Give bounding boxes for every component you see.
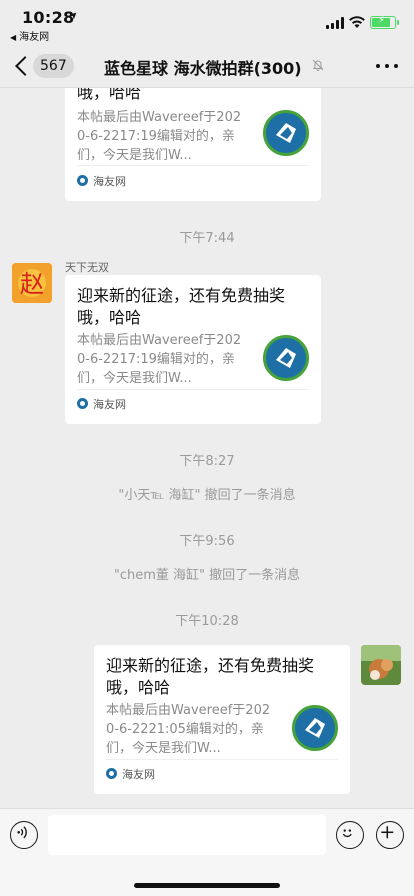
- avatar-image: [361, 645, 401, 685]
- voice-icon: [17, 826, 27, 839]
- plus-icon: [381, 826, 394, 839]
- plus-button[interactable]: [376, 821, 404, 849]
- message-text-input[interactable]: [48, 815, 326, 855]
- source-app-icon: [77, 175, 88, 186]
- link-card-message[interactable]: 哦，哈哈 本帖最后由Wavereef于2020-6-2217:19编辑对的，亲们…: [65, 88, 321, 201]
- card-source: 海友网: [77, 396, 126, 412]
- cellular-signal-icon: [326, 17, 344, 29]
- card-divider: [77, 165, 309, 166]
- chat-title: 蓝色星球 海水微拍群(300): [104, 59, 302, 78]
- battery-icon: ⚡: [370, 15, 399, 29]
- chat-message-list[interactable]: 哦，哈哈 本帖最后由Wavereef于2020-6-2217:19编辑对的，亲们…: [0, 88, 414, 808]
- card-divider: [77, 389, 309, 390]
- fish-logo-icon: [305, 718, 325, 738]
- avatar-character: 赵: [20, 270, 44, 298]
- emoji-icon: [342, 829, 352, 838]
- voice-input-button[interactable]: [10, 821, 38, 849]
- message-timestamp: 下午8:27: [179, 454, 235, 469]
- card-thumbnail: [292, 705, 338, 751]
- fish-logo-icon: [276, 348, 296, 368]
- message-timestamp: 下午7:44: [179, 231, 235, 246]
- back-to-app-link[interactable]: ◀ 海友网: [10, 28, 49, 43]
- unread-count-badge[interactable]: 567: [33, 54, 74, 78]
- link-card-message[interactable]: 迎来新的征途，还有免费抽奖哦，哈哈 本帖最后由Wavereef于2020-6-2…: [65, 275, 321, 424]
- card-description: 本帖最后由Wavereef于2020-6-2217:19编辑对的，亲们，今天是我…: [77, 110, 242, 163]
- status-bar: 10:28 ➤ ◀ 海友网 ⚡: [0, 0, 414, 44]
- card-title: 迎来新的征途，还有免费抽奖哦，哈哈: [77, 286, 286, 327]
- card-thumbnail: [263, 110, 309, 156]
- system-message: "小天℡ 海缸" 撤回了一条消息: [118, 488, 296, 503]
- avatar[interactable]: 赵: [12, 263, 52, 303]
- chat-header: 567 蓝色星球 海水微拍群(300): [0, 44, 414, 88]
- back-to-app-label: 海友网: [19, 32, 50, 43]
- system-message: "chem董 海缸" 撤回了一条消息: [113, 568, 301, 583]
- back-button[interactable]: [12, 52, 34, 80]
- message-timestamp: 下午9:56: [179, 534, 235, 549]
- avatar-image: 赵: [12, 263, 52, 303]
- fish-logo-icon: [276, 123, 296, 143]
- card-description: 本帖最后由Wavereef于2020-6-2217:19编辑对的，亲们，今天是我…: [77, 333, 242, 386]
- card-title: 哦，哈哈: [77, 88, 142, 102]
- wifi-icon: [349, 16, 365, 28]
- card-description: 本帖最后由Wavereef于2020-6-2221:05编辑对的，亲们，今天是我…: [106, 703, 271, 756]
- back-to-app-arrow-icon: ◀: [10, 33, 17, 42]
- card-source-label: 海友网: [93, 398, 126, 411]
- sender-name: 天下无双: [65, 261, 109, 274]
- link-card-message[interactable]: 迎来新的征途，还有免费抽奖哦，哈哈 本帖最后由Wavereef于2020-6-2…: [94, 645, 350, 794]
- source-app-icon: [106, 768, 117, 779]
- status-time: 10:28: [22, 8, 75, 27]
- message-timestamp: 下午10:28: [175, 614, 239, 629]
- card-source: 海友网: [77, 173, 126, 189]
- card-title: 迎来新的征途，还有免费抽奖哦，哈哈: [106, 656, 315, 697]
- card-divider: [106, 759, 338, 760]
- my-avatar[interactable]: [361, 645, 401, 685]
- bell-slash-icon: [312, 59, 324, 71]
- card-source-label: 海友网: [93, 175, 126, 188]
- card-thumbnail: [263, 335, 309, 381]
- message-input-bar: [0, 808, 414, 896]
- source-app-icon: [77, 398, 88, 409]
- more-options-button[interactable]: [374, 56, 400, 76]
- card-source: 海友网: [106, 766, 155, 782]
- emoji-button[interactable]: [336, 821, 364, 849]
- home-indicator: [134, 883, 280, 888]
- card-source-label: 海友网: [122, 768, 155, 781]
